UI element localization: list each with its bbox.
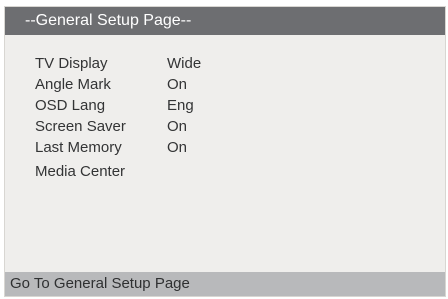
menu-item-value: Wide (167, 55, 202, 72)
menu-item-label: OSD Lang (35, 97, 106, 114)
setup-menu: TV Display Wide Angle Mark On OSD Lang E… (35, 53, 415, 182)
menu-item-screen-saver[interactable]: Screen Saver On (35, 116, 415, 137)
osd-setup-panel: --General Setup Page-- TV Display Wide A… (4, 6, 446, 297)
page-title: --General Setup Page-- (5, 7, 445, 35)
menu-item-tv-display[interactable]: TV Display Wide (35, 53, 415, 74)
menu-item-last-memory[interactable]: Last Memory On (35, 137, 415, 158)
menu-item-value: Eng (167, 97, 194, 114)
status-bar: Go To General Setup Page (5, 272, 445, 296)
menu-item-label: Media Center (35, 163, 126, 180)
menu-item-value: On (167, 76, 188, 93)
menu-item-value: On (167, 118, 188, 135)
menu-item-label: TV Display (35, 55, 108, 72)
menu-item-label: Screen Saver (35, 118, 126, 135)
menu-item-media-center[interactable]: Media Center (35, 161, 415, 182)
menu-item-osd-lang[interactable]: OSD Lang Eng (35, 95, 415, 116)
menu-item-angle-mark[interactable]: Angle Mark On (35, 74, 415, 95)
menu-item-label: Angle Mark (35, 76, 111, 93)
menu-item-label: Last Memory (35, 139, 122, 156)
menu-item-value: On (167, 139, 188, 156)
